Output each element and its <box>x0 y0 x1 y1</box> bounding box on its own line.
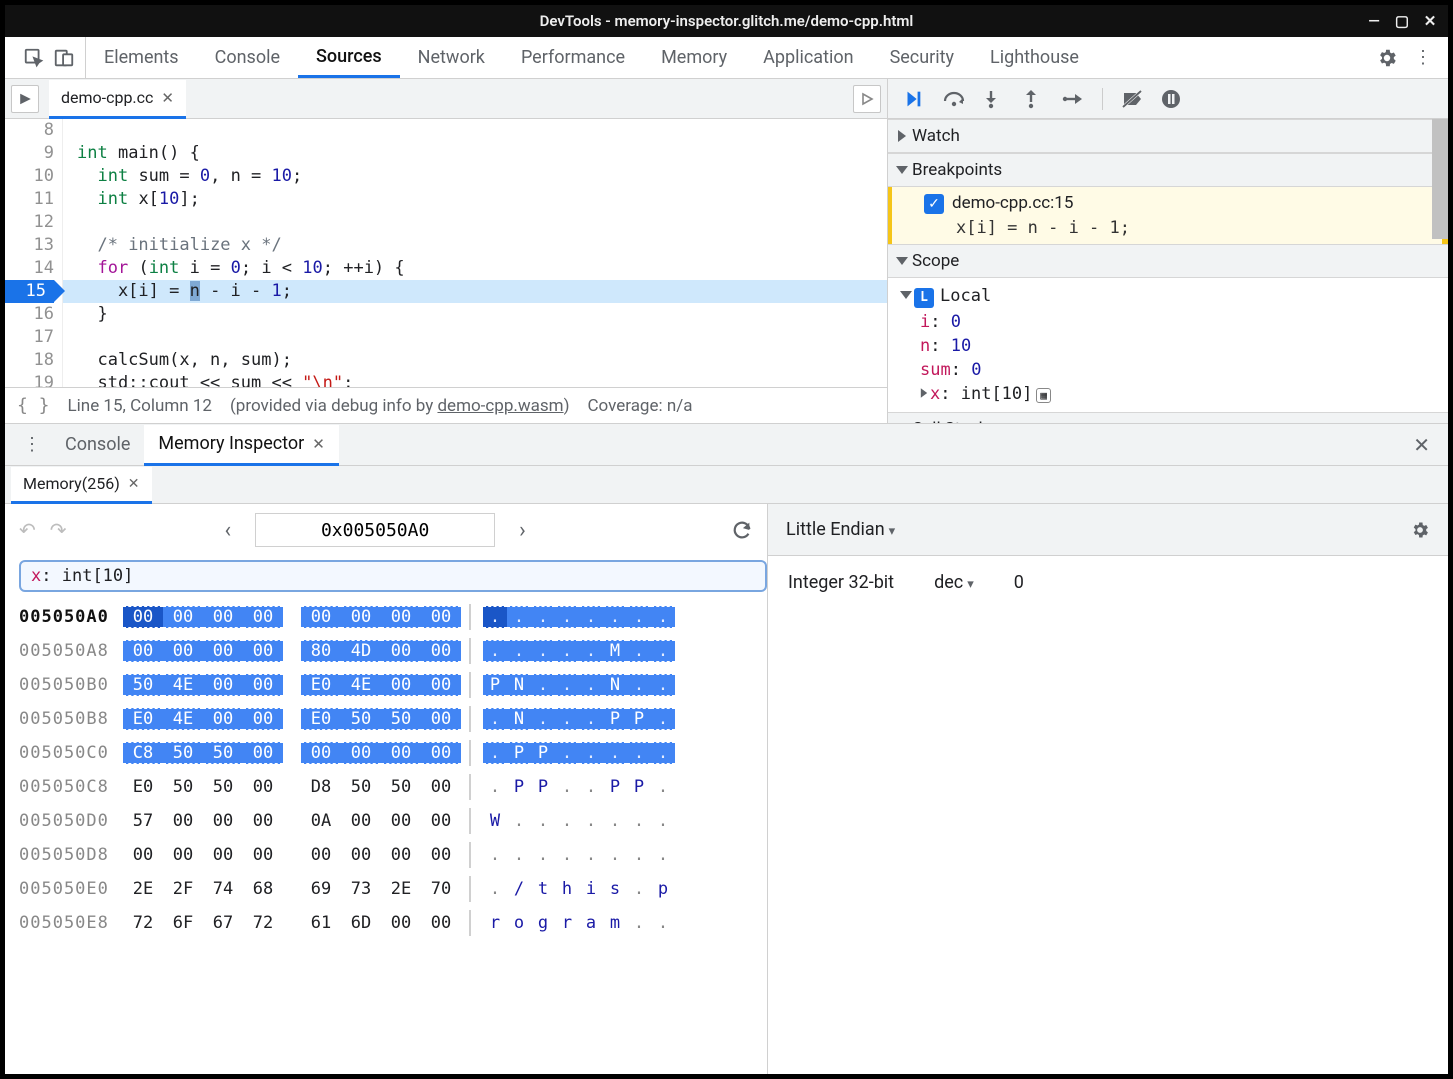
hex-pane: ↶ ↷ ‹ › x: int[10] 005050A00000000000000… <box>5 504 768 1074</box>
scope-var-n[interactable]: n: 10 <box>902 334 1448 358</box>
file-tab-label: demo-cpp.cc <box>61 88 153 107</box>
tab-memory[interactable]: Memory <box>643 37 745 78</box>
hex-row[interactable]: 005050A800000000804D0000.....M.. <box>19 634 767 668</box>
value-type-label: Integer 32-bit <box>788 572 894 593</box>
next-page-icon[interactable]: › <box>509 518 536 543</box>
close-file-icon[interactable]: ✕ <box>161 89 174 107</box>
scope-section[interactable]: Scope <box>888 244 1448 278</box>
maximize-icon[interactable]: ▢ <box>1392 12 1412 30</box>
drawer-more-icon[interactable]: ⋮ <box>13 434 51 455</box>
tab-lighthouse[interactable]: Lighthouse <box>972 37 1097 78</box>
watch-section[interactable]: Watch <box>888 119 1448 153</box>
drawer-tab-memory-inspector[interactable]: Memory Inspector ✕ <box>144 425 338 466</box>
close-memory-inspector-icon[interactable]: ✕ <box>312 435 325 453</box>
step-icon[interactable] <box>1062 90 1084 108</box>
interpreted-value: 0 <box>1014 572 1024 593</box>
editor-statusbar: { } Line 15, Column 12 (provided via deb… <box>5 387 887 423</box>
deactivate-breakpoints-icon[interactable] <box>1121 89 1143 109</box>
close-drawer-icon[interactable]: ✕ <box>1403 433 1440 457</box>
value-base-select[interactable]: dec▾ <box>934 572 974 593</box>
hex-row[interactable]: 005050C8E0505000D8505000.PP..PP. <box>19 770 767 804</box>
drawer-tab-console[interactable]: Console <box>51 424 144 465</box>
object-chip[interactable]: x: int[10] <box>19 560 767 592</box>
wasm-link[interactable]: demo-cpp.wasm <box>437 396 563 416</box>
tab-application[interactable]: Application <box>745 37 871 78</box>
code-editor[interactable]: 891011121314151617181920 int main() { in… <box>5 119 887 387</box>
value-interpreter-body: Integer 32-bit dec▾ 0 <box>768 556 1448 609</box>
drawer-tabstrip: ⋮ Console Memory Inspector ✕ ✕ <box>5 424 1448 466</box>
window-titlebar: DevTools - memory-inspector.glitch.me/de… <box>5 5 1448 37</box>
breakpoint-snippet: x[i] = n - i - 1; <box>924 214 1432 238</box>
tab-elements[interactable]: Elements <box>86 37 197 78</box>
reveal-in-memory-icon[interactable]: ▦ <box>1036 388 1051 403</box>
hex-toolbar: ↶ ↷ ‹ › <box>5 504 767 556</box>
tab-network[interactable]: Network <box>400 37 503 78</box>
debug-info-source: (provided via debug info by demo-cpp.was… <box>230 396 570 416</box>
run-snippet-icon[interactable] <box>853 85 881 113</box>
hex-row[interactable]: 005050D80000000000000000........ <box>19 838 767 872</box>
tab-console[interactable]: Console <box>197 37 298 78</box>
undo-icon[interactable]: ↶ <box>19 518 36 542</box>
hex-row[interactable]: 005050C0C850500000000000.PP..... <box>19 736 767 770</box>
hex-row[interactable]: 005050D0570000000A000000W....... <box>19 804 767 838</box>
hex-row[interactable]: 005050B8E04E0000E0505000.N...PP. <box>19 702 767 736</box>
pause-on-exceptions-icon[interactable] <box>1161 89 1183 109</box>
breakpoints-section[interactable]: Breakpoints <box>888 153 1448 187</box>
step-over-icon[interactable] <box>942 89 964 109</box>
coverage-status: Coverage: n/a <box>587 396 692 416</box>
memory-inspector-body: ↶ ↷ ‹ › x: int[10] 005050A00000000000000… <box>5 504 1448 1074</box>
minimize-icon[interactable]: — <box>1364 12 1384 30</box>
memory-tab-256[interactable]: Memory(256) ✕ <box>11 467 152 504</box>
scope-var-x[interactable]: x: int[10]▦ <box>902 382 1448 406</box>
endianness-select[interactable]: Little Endian▾ <box>786 519 895 540</box>
hex-row[interactable]: 005050E8726F6772616D0000rogram.. <box>19 906 767 940</box>
value-settings-icon[interactable] <box>1410 520 1430 540</box>
breakpoint-checkbox[interactable]: ✓ <box>924 194 944 214</box>
scope-var-sum[interactable]: sum: 0 <box>902 358 1448 382</box>
redo-icon[interactable]: ↷ <box>50 518 67 542</box>
close-memory-tab-icon[interactable]: ✕ <box>128 476 140 492</box>
tab-performance[interactable]: Performance <box>503 37 643 78</box>
file-tabbar: demo-cpp.cc ✕ <box>5 79 887 119</box>
resume-icon[interactable] <box>902 88 924 110</box>
step-into-icon[interactable] <box>982 89 1004 109</box>
debugger-toolbar <box>888 79 1448 119</box>
callstack-section[interactable]: Call Stack <box>888 412 1448 424</box>
breakpoint-item[interactable]: ✓demo-cpp.cc:15 x[i] = n - i - 1; <box>888 187 1448 244</box>
file-tab-demo-cpp[interactable]: demo-cpp.cc ✕ <box>49 80 186 119</box>
value-interpreter-header: Little Endian▾ <box>768 504 1448 556</box>
inspect-element-icon[interactable] <box>23 47 45 69</box>
pretty-print-icon[interactable]: { } <box>17 395 50 416</box>
prev-page-icon[interactable]: ‹ <box>215 518 242 543</box>
devtools-tabstrip: ElementsConsoleSourcesNetworkPerformance… <box>5 37 1448 79</box>
window-controls: — ▢ ✕ <box>1364 12 1440 30</box>
close-icon[interactable]: ✕ <box>1420 12 1440 30</box>
tab-security[interactable]: Security <box>872 37 972 78</box>
sources-panel: demo-cpp.cc ✕ 891011121314151617181920 i… <box>5 79 1448 424</box>
hex-row[interactable]: 005050E02E2F746869732E70./this.p <box>19 872 767 906</box>
cursor-position: Line 15, Column 12 <box>68 396 212 416</box>
device-toggle-icon[interactable] <box>53 47 75 69</box>
show-navigator-icon[interactable] <box>11 85 39 113</box>
more-icon[interactable]: ⋮ <box>1406 47 1440 68</box>
refresh-icon[interactable] <box>731 519 753 541</box>
hex-grid[interactable]: 005050A00000000000000000........005050A8… <box>5 600 767 940</box>
debugger-pane: Watch Breakpoints ✓demo-cpp.cc:15 x[i] =… <box>888 79 1448 423</box>
settings-icon[interactable] <box>1368 47 1406 69</box>
value-interpreter-pane: Little Endian▾ Integer 32-bit dec▾ 0 <box>768 504 1448 1074</box>
address-input[interactable] <box>255 513 495 547</box>
step-out-icon[interactable] <box>1022 89 1044 109</box>
inspect-toggle-group <box>13 37 86 78</box>
scope-local[interactable]: LLocal <box>902 284 1448 310</box>
scope-var-i[interactable]: i: 0 <box>902 310 1448 334</box>
code-pane: demo-cpp.cc ✕ 891011121314151617181920 i… <box>5 79 888 423</box>
hex-row[interactable]: 005050A00000000000000000........ <box>19 600 767 634</box>
hex-row[interactable]: 005050B0504E0000E04E0000PN...N.. <box>19 668 767 702</box>
scope-body: LLocal i: 0n: 10sum: 0x: int[10]▦ <box>888 278 1448 412</box>
memory-tabstrip: Memory(256) ✕ <box>5 466 1448 504</box>
window-title: DevTools - memory-inspector.glitch.me/de… <box>540 12 914 30</box>
tab-sources[interactable]: Sources <box>298 37 400 78</box>
